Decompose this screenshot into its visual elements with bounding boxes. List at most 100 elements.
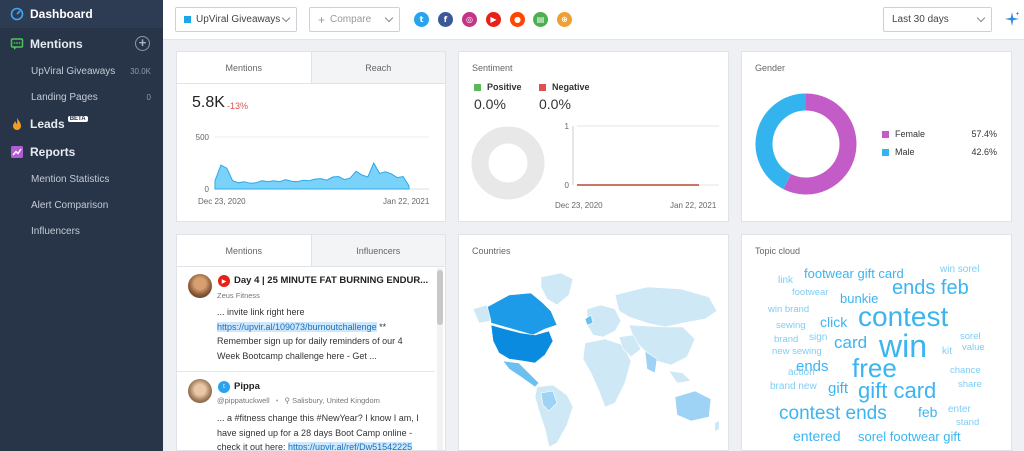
topic-word[interactable]: footwear [792, 287, 828, 298]
topic-word[interactable]: footwear gift card [804, 266, 904, 281]
legend-swatch [882, 148, 889, 156]
topic-word[interactable]: entered [793, 428, 840, 444]
nav-item-label: Influencers [31, 225, 80, 237]
web-icon[interactable]: ⊕ [557, 12, 572, 27]
nav-influencers[interactable]: Influencers [0, 218, 163, 244]
chart-start-date: Dec 23, 2020 [555, 201, 603, 210]
topic-word[interactable]: sorel footwear gift [858, 429, 961, 444]
gender-legend: Female 57.4% Male 42.6% [882, 129, 997, 157]
mention-item[interactable]: ▶ Day 4 | 25 MINUTE FAT BURNING ENDUR...… [177, 268, 435, 372]
topic-cloud-card: Topic cloud footwear gift card win sorel… [741, 234, 1012, 451]
topic-word[interactable]: win sorel [940, 264, 979, 275]
y-tick-label: 0 [565, 181, 570, 190]
chevron-down-icon [281, 13, 291, 23]
compare-select[interactable]: + Compare [309, 7, 400, 32]
topic-word[interactable]: ends feb [892, 277, 969, 300]
project-label: UpViral Giveaways [31, 65, 116, 77]
scrollbar-thumb[interactable] [437, 270, 443, 325]
topic-word[interactable]: brand new [770, 381, 817, 392]
nav-reports[interactable]: Reports [0, 138, 163, 166]
card-title: Countries [472, 246, 511, 256]
sentiment-card: Sentiment Positive Negative 0.0% 0.0% 10… [458, 51, 729, 222]
date-range-select[interactable]: Last 30 days [883, 7, 992, 32]
card-title: Sentiment [472, 63, 513, 73]
facebook-icon[interactable]: f [438, 12, 453, 27]
topic-word[interactable]: win brand [768, 304, 809, 315]
tab-mentions[interactable]: Mentions [177, 52, 311, 83]
gender-card: Gender Female 57.4% Male 42.6% [741, 51, 1012, 222]
mentions-total: 5.8K [192, 94, 225, 111]
nav-alert-comparison[interactable]: Alert Comparison [0, 192, 163, 218]
chart-end-date: Jan 22, 2021 [670, 201, 717, 210]
topic-word[interactable]: share [958, 379, 982, 390]
topic-word[interactable]: sorel [960, 331, 981, 342]
youtube-icon[interactable]: ▶ [486, 12, 501, 27]
nav-leads[interactable]: Leads BETA [0, 110, 163, 138]
post-author-handle: @pippatuckwell [217, 396, 270, 405]
project-count: 30.0K [130, 66, 151, 76]
topic-word[interactable]: sewing [776, 320, 806, 331]
topic-word[interactable]: link [778, 275, 793, 286]
topic-word[interactable]: chance [950, 365, 981, 376]
donut-slice-male[interactable] [755, 93, 807, 190]
topic-word[interactable]: click [820, 314, 847, 330]
twitter-icon: t [218, 381, 230, 393]
map-region [674, 390, 712, 422]
donut-slice-female[interactable] [783, 93, 857, 195]
topic-word[interactable]: contest ends [779, 403, 887, 425]
topic-word[interactable]: card [834, 333, 867, 353]
legend-value: 57.4% [971, 129, 997, 139]
beta-badge: BETA [67, 116, 88, 122]
project-select[interactable]: UpViral Giveaways [175, 7, 297, 32]
sparkle-icon[interactable] [1003, 10, 1021, 28]
nav-mentions[interactable]: Mentions + [0, 30, 163, 58]
post-title[interactable]: Pippa [234, 381, 394, 392]
nav-mention-statistics[interactable]: Mention Statistics [0, 166, 163, 192]
sentiment-line-chart: 10 [565, 122, 719, 190]
avatar [188, 379, 212, 403]
nav-dashboard-label: Dashboard [30, 7, 93, 21]
map-region [668, 370, 692, 384]
twitter-icon[interactable]: t [414, 12, 429, 27]
legend-value: 42.6% [971, 147, 997, 157]
topic-word[interactable]: feb [918, 404, 937, 420]
nav-item-label: Mention Statistics [31, 173, 110, 185]
nav-project-upviral[interactable]: UpViral Giveaways 30.0K [0, 58, 163, 84]
topic-word[interactable]: sign [809, 332, 827, 343]
topic-word[interactable]: kit [942, 346, 952, 357]
topic-word[interactable]: gift card [858, 378, 936, 404]
project-select-value: UpViral Giveaways [196, 14, 281, 25]
post-body: ... a #fitness change this #NewYear? I k… [217, 411, 427, 450]
y-tick-label: 1 [565, 122, 570, 131]
nav-reports-label: Reports [30, 145, 76, 159]
post-text: ... invite link right here [217, 307, 305, 317]
feed-scrollbar[interactable] [437, 268, 443, 450]
legend-label: Male [895, 147, 915, 157]
reddit-icon[interactable]: ● [510, 12, 525, 27]
project-count: 0 [146, 92, 151, 102]
date-range-value: Last 30 days [892, 14, 949, 25]
tab-influencers[interactable]: Influencers [310, 235, 445, 266]
nav-dashboard[interactable]: Dashboard [0, 0, 163, 28]
topic-word[interactable]: stand [956, 417, 979, 428]
add-project-icon[interactable]: + [135, 36, 150, 51]
topic-word[interactable]: gift [828, 380, 848, 397]
mentions-change: -13% [227, 101, 249, 111]
tab-mentions-feed[interactable]: Mentions [177, 235, 311, 266]
tab-reach[interactable]: Reach [310, 52, 445, 83]
post-title[interactable]: Day 4 | 25 MINUTE FAT BURNING ENDUR... [234, 275, 429, 286]
legend-swatch [539, 83, 546, 91]
instagram-icon[interactable]: ◎ [462, 12, 477, 27]
mention-item[interactable]: t Pippa @pippatuckwell • ⚲ Salisbury, Un… [177, 373, 435, 450]
post-link[interactable]: https://upvir.al/ref/Dw51542225 [288, 442, 413, 450]
topic-word[interactable]: value [962, 342, 985, 353]
nav-project-landing[interactable]: Landing Pages 0 [0, 84, 163, 110]
topic-word[interactable]: action [788, 367, 815, 378]
chevron-down-icon [384, 13, 394, 23]
topic-word[interactable]: new sewing [772, 346, 822, 357]
post-link[interactable]: https://upvir.al/109073/burnoutchallenge [217, 321, 377, 332]
news-icon[interactable]: ▤ [533, 12, 548, 27]
topic-word[interactable]: enter [948, 404, 971, 415]
topic-word[interactable]: brand [774, 334, 798, 345]
map-region [540, 272, 574, 306]
